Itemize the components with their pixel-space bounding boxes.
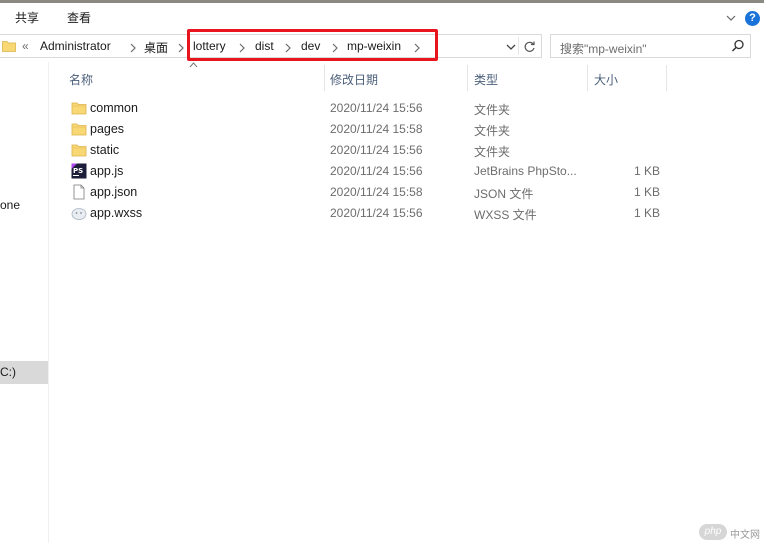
json-file-icon bbox=[71, 184, 87, 200]
file-name: app.js bbox=[90, 164, 124, 178]
search-input[interactable]: 搜索"mp-weixin" bbox=[550, 34, 751, 58]
svg-text:PS: PS bbox=[73, 167, 83, 175]
file-type: JetBrains PhpSto... bbox=[474, 164, 577, 178]
file-date: 2020/11/24 15:58 bbox=[330, 185, 423, 199]
file-type: 文件夹 bbox=[474, 145, 511, 159]
file-name: common bbox=[90, 101, 138, 115]
file-type: 文件夹 bbox=[474, 103, 511, 117]
file-size: 1 KB bbox=[633, 164, 660, 178]
address-dropdown-icon[interactable] bbox=[505, 41, 517, 53]
nav-item-onedrive[interactable]: one bbox=[0, 198, 20, 212]
folder-icon bbox=[71, 121, 87, 137]
file-row[interactable]: common 2020/11/24 15:56 文件夹 bbox=[49, 98, 764, 119]
search-icon[interactable] bbox=[731, 39, 745, 53]
file-name: app.json bbox=[90, 185, 138, 199]
file-size: 1 KB bbox=[633, 185, 660, 199]
file-date: 2020/11/24 15:56 bbox=[330, 164, 423, 178]
column-header-date[interactable]: 修改日期 bbox=[330, 65, 378, 91]
file-name: app.wxss bbox=[90, 206, 143, 220]
wxss-file-icon bbox=[71, 205, 87, 221]
file-date: 2020/11/24 15:56 bbox=[330, 143, 423, 157]
navigation-pane: one C:) bbox=[0, 62, 48, 543]
help-icon[interactable]: ? bbox=[745, 11, 760, 26]
file-row[interactable]: app.json 2020/11/24 15:58 JSON 文件 1 KB bbox=[49, 182, 764, 203]
sort-up-icon bbox=[189, 62, 198, 68]
ribbon-bar: 共享 查看 ? bbox=[0, 3, 764, 30]
file-name: pages bbox=[90, 122, 125, 136]
column-divider[interactable] bbox=[666, 65, 667, 91]
breadcrumb-desktop[interactable]: 桌面 bbox=[144, 39, 168, 56]
file-type: 文件夹 bbox=[474, 124, 511, 138]
folder-icon bbox=[2, 39, 16, 53]
file-row[interactable]: static 2020/11/24 15:56 文件夹 bbox=[49, 140, 764, 161]
breadcrumb-overflow[interactable]: « bbox=[22, 39, 29, 53]
file-row[interactable]: app.wxss 2020/11/24 15:56 WXSS 文件 1 KB bbox=[49, 203, 764, 224]
phpstorm-file-icon: PS bbox=[71, 163, 87, 179]
file-type: WXSS 文件 bbox=[474, 208, 537, 222]
nav-item-local-disk-c[interactable]: C:) bbox=[0, 361, 48, 384]
folder-icon bbox=[71, 142, 87, 158]
watermark-text: 中文网 bbox=[730, 530, 760, 541]
column-header-name[interactable]: 名称 bbox=[69, 65, 93, 91]
annotation-highlight-box bbox=[187, 29, 438, 61]
chevron-down-icon[interactable] bbox=[724, 11, 738, 25]
file-name: static bbox=[90, 143, 120, 157]
address-divider bbox=[518, 37, 519, 55]
file-size: 1 KB bbox=[633, 206, 660, 220]
watermark-logo: php bbox=[699, 524, 727, 540]
column-header-size[interactable]: 大小 bbox=[594, 65, 618, 91]
column-header-type[interactable]: 类型 bbox=[474, 65, 498, 91]
refresh-icon[interactable] bbox=[522, 39, 537, 54]
file-date: 2020/11/24 15:56 bbox=[330, 101, 423, 115]
column-divider[interactable] bbox=[587, 65, 588, 91]
column-divider[interactable] bbox=[324, 65, 325, 91]
chevron-right-icon[interactable] bbox=[129, 42, 137, 53]
tab-share[interactable]: 共享 bbox=[15, 9, 39, 26]
file-row[interactable]: pages 2020/11/24 15:58 文件夹 bbox=[49, 119, 764, 140]
file-date: 2020/11/24 15:58 bbox=[330, 122, 423, 136]
file-date: 2020/11/24 15:56 bbox=[330, 206, 423, 220]
column-header-row: 名称 修改日期 类型 大小 bbox=[49, 62, 764, 91]
file-type: JSON 文件 bbox=[474, 187, 534, 201]
column-divider[interactable] bbox=[467, 65, 468, 91]
file-list: common 2020/11/24 15:56 文件夹 pages 2020/1… bbox=[49, 98, 764, 224]
folder-icon bbox=[71, 100, 87, 116]
file-row[interactable]: PS app.js 2020/11/24 15:56 JetBrains Php… bbox=[49, 161, 764, 182]
tab-view[interactable]: 查看 bbox=[67, 9, 91, 26]
chevron-right-icon[interactable] bbox=[177, 42, 185, 53]
search-placeholder: 搜索"mp-weixin" bbox=[560, 42, 647, 56]
breadcrumb-administrator[interactable]: Administrator bbox=[40, 39, 111, 53]
nav-item-label: C:) bbox=[0, 365, 16, 379]
